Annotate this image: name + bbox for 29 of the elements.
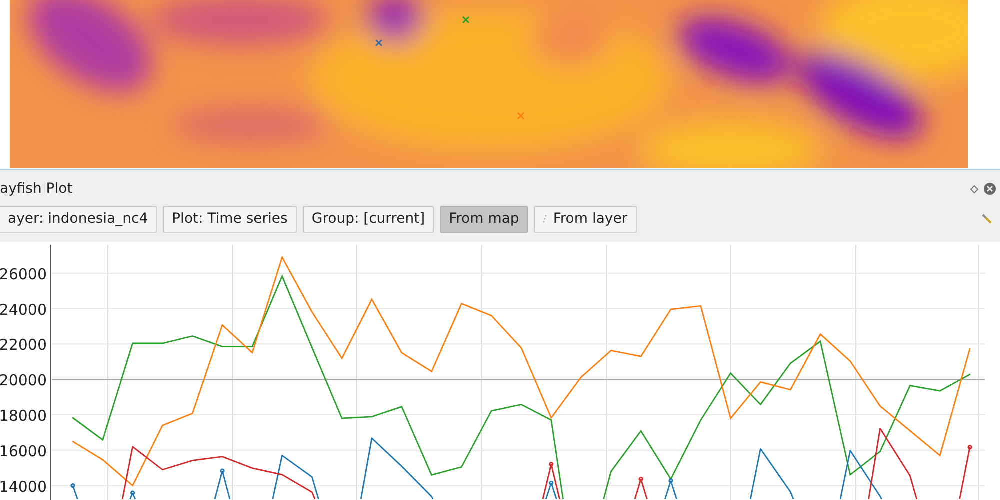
off-scale-segment — [840, 450, 852, 500]
close-icon[interactable] — [984, 183, 996, 196]
panel-title: ayfish Plot — [0, 181, 73, 198]
brush-icon[interactable] — [982, 214, 992, 224]
toolbar-button[interactable]: Group: [current] — [302, 206, 434, 233]
toolbar-button[interactable]: Plot: Time series — [163, 206, 297, 233]
y-tick-label: 20000 — [0, 372, 47, 390]
off-scale-segment — [959, 447, 971, 500]
off-scale-segment — [431, 496, 434, 500]
off-scale-segment — [910, 476, 918, 500]
dots-icon — [543, 215, 548, 224]
y-tick-label: 24000 — [0, 300, 47, 319]
off-scale-segment — [603, 472, 612, 500]
off-scale-segment — [790, 492, 794, 500]
toolbar-button[interactable]: ayer: indonesia_nc4 — [0, 206, 158, 233]
off-scale-segment — [222, 470, 231, 500]
off-scale-segment — [750, 448, 762, 500]
float-icon[interactable] — [970, 184, 979, 194]
toolbar-button[interactable]: From map — [440, 206, 528, 233]
off-scale-segment — [360, 438, 373, 500]
y-tick-label: 16000 — [0, 442, 47, 460]
y-tick-label: 22000 — [0, 336, 47, 354]
off-scale-segment — [272, 456, 283, 500]
y-tick-label: 14000 — [0, 478, 47, 496]
off-scale-segment — [72, 486, 78, 500]
y-tick-label: 18000 — [0, 407, 47, 426]
toolbar-button[interactable]: From layer — [534, 206, 637, 233]
y-tick-label: 26000 — [0, 265, 47, 284]
off-scale-segment — [214, 470, 224, 500]
